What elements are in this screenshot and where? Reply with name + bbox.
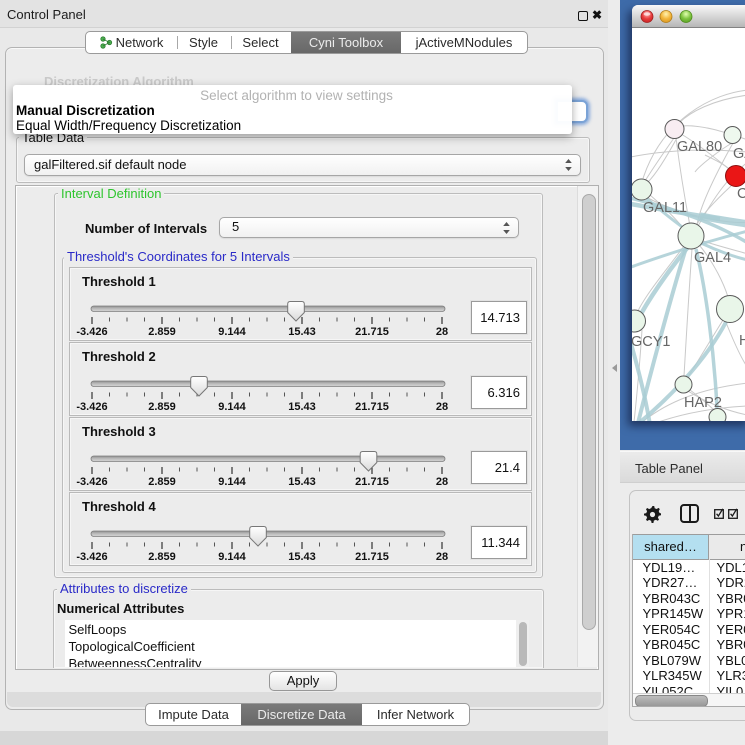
svg-text:GAL1: GAL1 [733, 146, 745, 162]
svg-text:28: 28 [436, 476, 448, 488]
svg-text:15.43: 15.43 [288, 401, 316, 413]
svg-text:9.144: 9.144 [218, 476, 246, 488]
svg-text:GAL80: GAL80 [677, 139, 722, 155]
svg-text:HA: HA [739, 333, 745, 349]
svg-text:15.43: 15.43 [288, 551, 316, 563]
svg-text:-3.426: -3.426 [76, 476, 107, 488]
svg-text:2.859: 2.859 [148, 401, 176, 413]
svg-text:GCY1: GCY1 [632, 334, 671, 350]
svg-text:CD: CD [737, 186, 745, 202]
svg-text:-3.426: -3.426 [76, 326, 107, 338]
svg-text:-3.426: -3.426 [76, 551, 107, 563]
svg-text:9.144: 9.144 [218, 401, 246, 413]
svg-text:15.43: 15.43 [288, 476, 316, 488]
svg-text:21.715: 21.715 [355, 476, 389, 488]
svg-text:21.715: 21.715 [355, 551, 389, 563]
svg-text:9.144: 9.144 [218, 551, 246, 563]
svg-text:21.715: 21.715 [355, 401, 389, 413]
svg-text:-3.426: -3.426 [76, 401, 107, 413]
svg-text:2.859: 2.859 [148, 476, 176, 488]
svg-text:GAL11: GAL11 [643, 200, 687, 216]
svg-text:21.715: 21.715 [355, 326, 389, 338]
svg-text:28: 28 [436, 551, 448, 563]
svg-text:2.859: 2.859 [148, 326, 176, 338]
svg-text:15.43: 15.43 [288, 326, 316, 338]
svg-text:9.144: 9.144 [218, 326, 246, 338]
svg-text:28: 28 [436, 326, 448, 338]
svg-text:HAP2: HAP2 [684, 395, 722, 411]
svg-text:2.859: 2.859 [148, 551, 176, 563]
svg-text:GAL4: GAL4 [694, 250, 731, 266]
svg-text:28: 28 [436, 401, 448, 413]
